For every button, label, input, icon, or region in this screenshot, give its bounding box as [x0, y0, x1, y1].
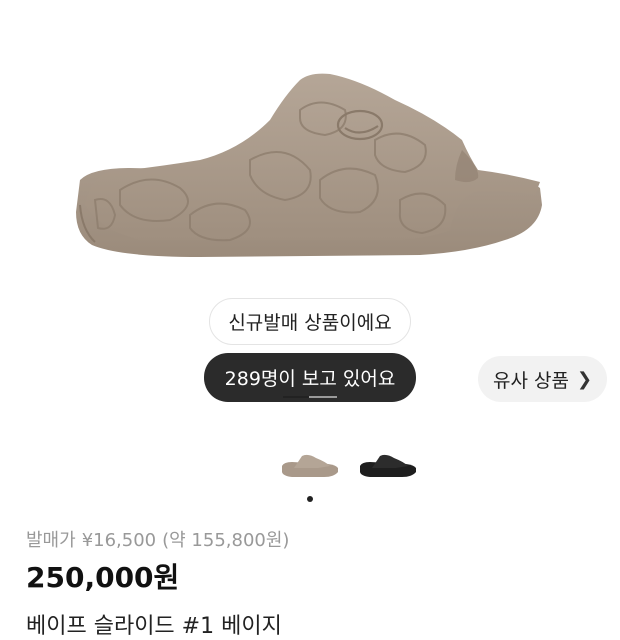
page-indicator-dot: [307, 496, 313, 502]
current-price: 250,000원: [26, 561, 180, 594]
thumbnail-beige[interactable]: [278, 446, 342, 482]
new-release-badge: 신규발매 상품이에요: [209, 298, 411, 345]
thumbnail-black[interactable]: [356, 446, 420, 482]
release-price: ¥16,500: [81, 530, 157, 551]
product-image[interactable]: [0, 0, 620, 300]
carousel-progress-active: [283, 396, 309, 398]
carousel-progress-track: [309, 396, 337, 398]
release-price-line: 발매가 ¥16,500 (약 155,800원): [26, 526, 295, 552]
chevron-right-icon: ❯: [576, 368, 593, 390]
viewers-text: 289명이 보고 있어요: [224, 368, 396, 390]
similar-products-button[interactable]: 유사 상품 ❯: [478, 356, 607, 402]
product-name: 베이프 슬라이드 #1 베이지: [26, 614, 282, 639]
viewers-badge: 289명이 보고 있어요: [204, 353, 416, 402]
release-krw: (약 155,800원): [162, 530, 290, 551]
similar-products-label: 유사 상품: [492, 369, 569, 392]
new-release-text: 신규발매 상품이에요: [228, 312, 392, 334]
slide-sandal-image: [76, 73, 542, 257]
release-label: 발매가: [26, 530, 76, 551]
